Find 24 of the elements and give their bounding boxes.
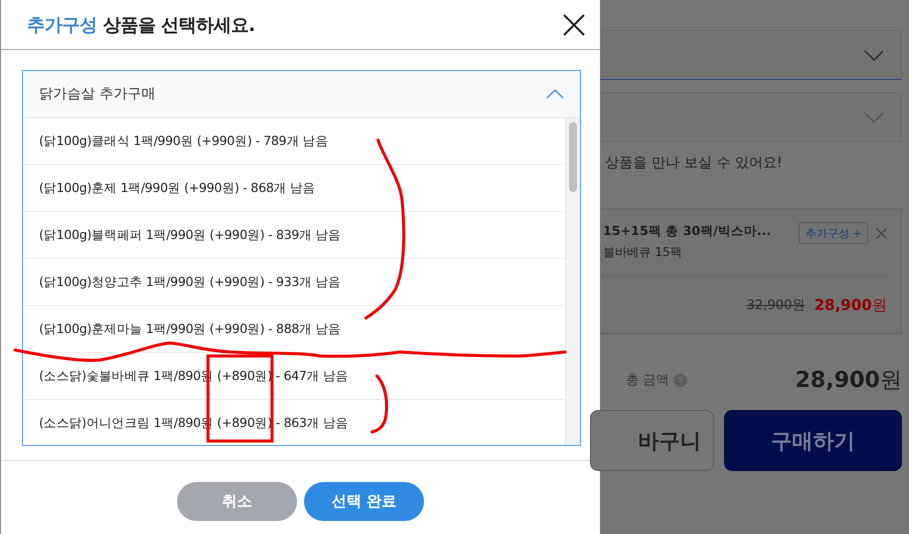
scrollbar-thumb[interactable]: [569, 122, 577, 192]
original-price: 32,900원: [746, 297, 806, 314]
accordion-header[interactable]: 닭가슴살 추가구매: [23, 71, 580, 118]
close-icon[interactable]: [563, 14, 585, 36]
buy-button[interactable]: 구매하기: [724, 410, 902, 471]
confirm-button[interactable]: 선택 완료: [304, 482, 424, 521]
sale-price: 28,900원: [814, 296, 887, 314]
notice-text: 상품을 만나 보실 수 있어요!: [604, 154, 784, 173]
total-label: 총 금액: [626, 372, 670, 389]
option-item[interactable]: (닭100g)블랙페퍼 1팩/990원 (+990원) - 839개 남음: [23, 212, 565, 259]
scrollbar[interactable]: [565, 118, 580, 445]
cart-button[interactable]: 바구니: [590, 410, 714, 471]
accordion-title: 닭가슴살 추가구매: [39, 85, 156, 103]
option-item[interactable]: (닭100g)클래식 1팩/990원 (+990원) - 789개 남음: [23, 118, 565, 165]
option-item[interactable]: (닭100g)훈제 1팩/990원 (+990원) - 868개 남음: [23, 165, 565, 212]
option-item[interactable]: (닭100g)청양고추 1팩/990원 (+990원) - 933개 남음: [23, 259, 565, 306]
total-price: 28,900원: [795, 367, 902, 395]
modal-title: 추가구성 상품을 선택하세요.: [27, 14, 255, 36]
chevron-icon: [864, 112, 884, 122]
chevron-icon: [864, 50, 884, 60]
dropdown[interactable]: [600, 30, 902, 80]
help-icon[interactable]: [674, 374, 688, 386]
item-title: 15+15팩 총 30팩/빅스마...: [603, 223, 772, 240]
item-option: 불바베큐 15팩: [603, 244, 800, 261]
